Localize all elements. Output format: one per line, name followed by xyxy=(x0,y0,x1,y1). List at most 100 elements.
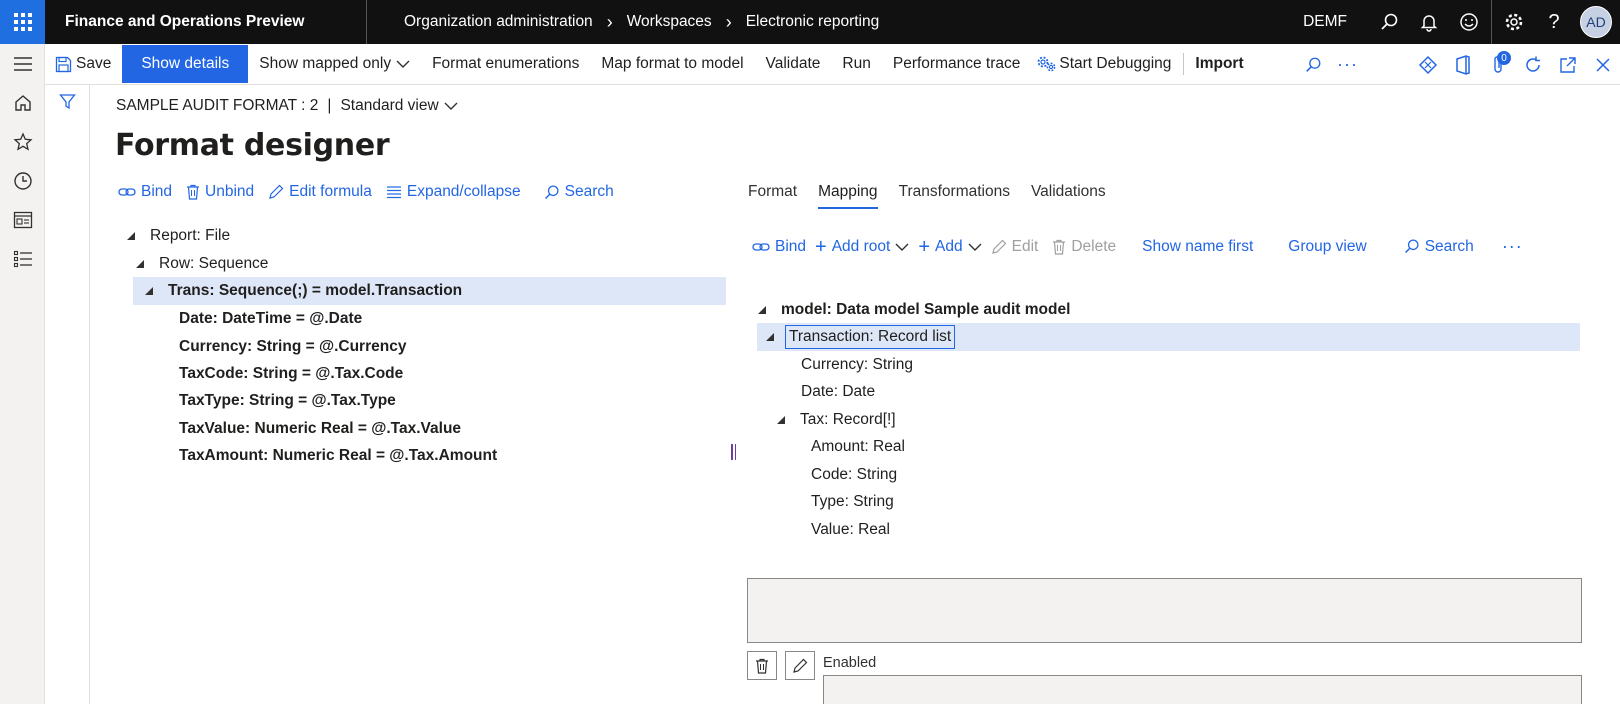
model-tree-node-label: Currency: String xyxy=(801,355,913,373)
format-tree-node[interactable]: Row: Sequence xyxy=(135,250,268,277)
start-debugging-button[interactable]: Start Debugging xyxy=(1031,44,1182,85)
expanded-triangle-icon[interactable] xyxy=(757,305,767,315)
edit-formula-button[interactable]: Edit formula xyxy=(268,183,372,201)
model-tree-node[interactable]: Type: String xyxy=(811,488,894,515)
settings-button[interactable] xyxy=(1494,0,1534,44)
gear-icon xyxy=(1505,13,1523,31)
model-tree-node[interactable]: Currency: String xyxy=(801,351,913,378)
unbind-button[interactable]: Unbind xyxy=(186,183,254,201)
binding-formula-field[interactable] xyxy=(747,578,1582,643)
expanded-triangle-icon[interactable] xyxy=(765,332,775,342)
enabled-field[interactable] xyxy=(823,675,1582,704)
expanded-triangle-icon[interactable] xyxy=(144,286,154,296)
mapping-bind-button[interactable]: Bind xyxy=(752,238,806,256)
waffle-icon xyxy=(13,13,32,31)
breadcrumb-workspaces[interactable]: Workspaces xyxy=(627,13,712,31)
run-button[interactable]: Run xyxy=(831,44,881,85)
format-enumerations-button[interactable]: Format enumerations xyxy=(421,44,590,85)
validate-button[interactable]: Validate xyxy=(755,44,832,85)
format-tree-node[interactable]: Currency: String = @.Currency xyxy=(179,333,406,360)
save-button[interactable]: Save xyxy=(45,44,122,85)
caption-divider: | xyxy=(327,97,332,114)
tab-mapping[interactable]: Mapping xyxy=(818,183,878,209)
model-tree-node[interactable]: model: Data model Sample audit model xyxy=(757,296,1070,323)
expanded-triangle-icon[interactable] xyxy=(126,231,136,241)
close-button[interactable] xyxy=(1585,44,1620,85)
performance-trace-button[interactable]: Performance trace xyxy=(882,44,1032,85)
model-tree-node-label: Tax: Record[!] xyxy=(800,410,896,428)
group-view-button[interactable]: Group view xyxy=(1288,238,1366,256)
model-tree-node-label: model: Data model Sample audit model xyxy=(781,300,1071,318)
format-tree-node[interactable]: Trans: Sequence(;) = model.Transaction xyxy=(144,277,462,304)
help-button[interactable]: ? xyxy=(1534,0,1574,44)
expand-collapse-button[interactable]: Expand/collapse xyxy=(386,183,521,201)
home-button[interactable] xyxy=(0,83,45,122)
bind-button[interactable]: Bind xyxy=(118,183,172,201)
show-name-first-button[interactable]: Show name first xyxy=(1142,238,1253,256)
format-tree-node[interactable]: TaxCode: String = @.Tax.Code xyxy=(179,360,403,387)
mapping-more-button[interactable]: ··· xyxy=(1502,236,1523,257)
recent-button[interactable] xyxy=(0,161,45,200)
expanded-triangle-icon[interactable] xyxy=(776,415,786,425)
show-details-button[interactable]: Show details xyxy=(122,45,249,83)
format-tree-node[interactable]: TaxType: String = @.Tax.Type xyxy=(179,387,396,414)
filter-pane xyxy=(45,85,90,704)
app-title[interactable]: Finance and Operations Preview xyxy=(45,0,367,44)
breadcrumb: Organization administration › Workspaces… xyxy=(367,12,879,33)
hamburger-icon xyxy=(13,56,32,71)
breadcrumb-electronic-reporting[interactable]: Electronic reporting xyxy=(746,13,880,31)
company-picker[interactable]: DEMF xyxy=(1303,13,1347,31)
format-tree-node-label: Row: Sequence xyxy=(159,254,269,272)
view-selector[interactable]: Standard view xyxy=(340,97,458,115)
model-tree-node[interactable]: Amount: Real xyxy=(811,433,905,460)
model-tree-node[interactable]: Code: String xyxy=(811,461,897,488)
tab-transformations[interactable]: Transformations xyxy=(899,183,1010,209)
tab-format[interactable]: Format xyxy=(748,183,797,209)
unbind-label: Unbind xyxy=(205,183,255,200)
refresh-button[interactable] xyxy=(1515,44,1550,85)
favorites-button[interactable] xyxy=(0,122,45,161)
feedback-button[interactable] xyxy=(1449,0,1489,44)
menu-button[interactable] xyxy=(0,44,45,83)
avatar[interactable]: AD xyxy=(1580,6,1612,38)
open-new-window-button[interactable] xyxy=(1550,44,1585,85)
tab-validations[interactable]: Validations xyxy=(1031,183,1106,209)
notifications-button[interactable] xyxy=(1409,0,1449,44)
power-apps-button[interactable] xyxy=(1410,44,1445,85)
bell-icon xyxy=(1420,15,1438,32)
format-tree-node[interactable]: Date: DateTime = @.Date xyxy=(179,305,362,332)
add-root-button[interactable]: + Add root xyxy=(815,237,909,257)
clear-binding-button[interactable] xyxy=(747,651,777,680)
app-launcher-button[interactable] xyxy=(0,0,45,44)
map-format-to-model-button[interactable]: Map format to model xyxy=(590,44,754,85)
modules-button[interactable] xyxy=(0,239,45,278)
search-button[interactable] xyxy=(1369,0,1409,44)
more-actions-button[interactable]: ··· xyxy=(1330,44,1365,85)
workspaces-button[interactable] xyxy=(0,200,45,239)
attachments-button[interactable]: 0 xyxy=(1480,44,1515,85)
model-tree-node-label: Transaction: Record list xyxy=(785,324,956,349)
office-button[interactable] xyxy=(1445,44,1480,85)
mapping-search-button[interactable]: Search xyxy=(1403,238,1474,256)
model-tree-node[interactable]: Value: Real xyxy=(811,516,890,543)
find-button[interactable] xyxy=(1295,44,1330,85)
expanded-triangle-icon[interactable] xyxy=(135,259,145,269)
edit-button[interactable]: Edit xyxy=(991,238,1038,256)
format-tree-node[interactable]: Report: File xyxy=(126,222,230,249)
format-tree-node-label: TaxAmount: Numeric Real = @.Tax.Amount xyxy=(179,446,498,464)
ellipsis-icon: ··· xyxy=(1501,236,1523,256)
filter-button[interactable] xyxy=(59,93,76,114)
model-tree-node[interactable]: Date: Date xyxy=(801,378,875,405)
pane-splitter[interactable] xyxy=(731,444,737,460)
delete-button[interactable]: Delete xyxy=(1052,238,1116,256)
import-tab[interactable]: Import xyxy=(1184,44,1254,85)
model-tree-node[interactable]: Transaction: Record list xyxy=(765,323,956,350)
add-button[interactable]: + Add xyxy=(918,237,982,257)
format-tree-node[interactable]: TaxAmount: Numeric Real = @.Tax.Amount xyxy=(179,442,497,469)
edit-binding-button[interactable] xyxy=(785,651,815,680)
format-tree-node[interactable]: TaxValue: Numeric Real = @.Tax.Value xyxy=(179,415,461,442)
show-mapped-only-dropdown[interactable]: Show mapped only xyxy=(248,44,421,85)
breadcrumb-organization-administration[interactable]: Organization administration xyxy=(404,13,593,31)
model-tree-node[interactable]: Tax: Record[!] xyxy=(776,406,896,433)
format-search-button[interactable]: Search xyxy=(543,183,614,201)
